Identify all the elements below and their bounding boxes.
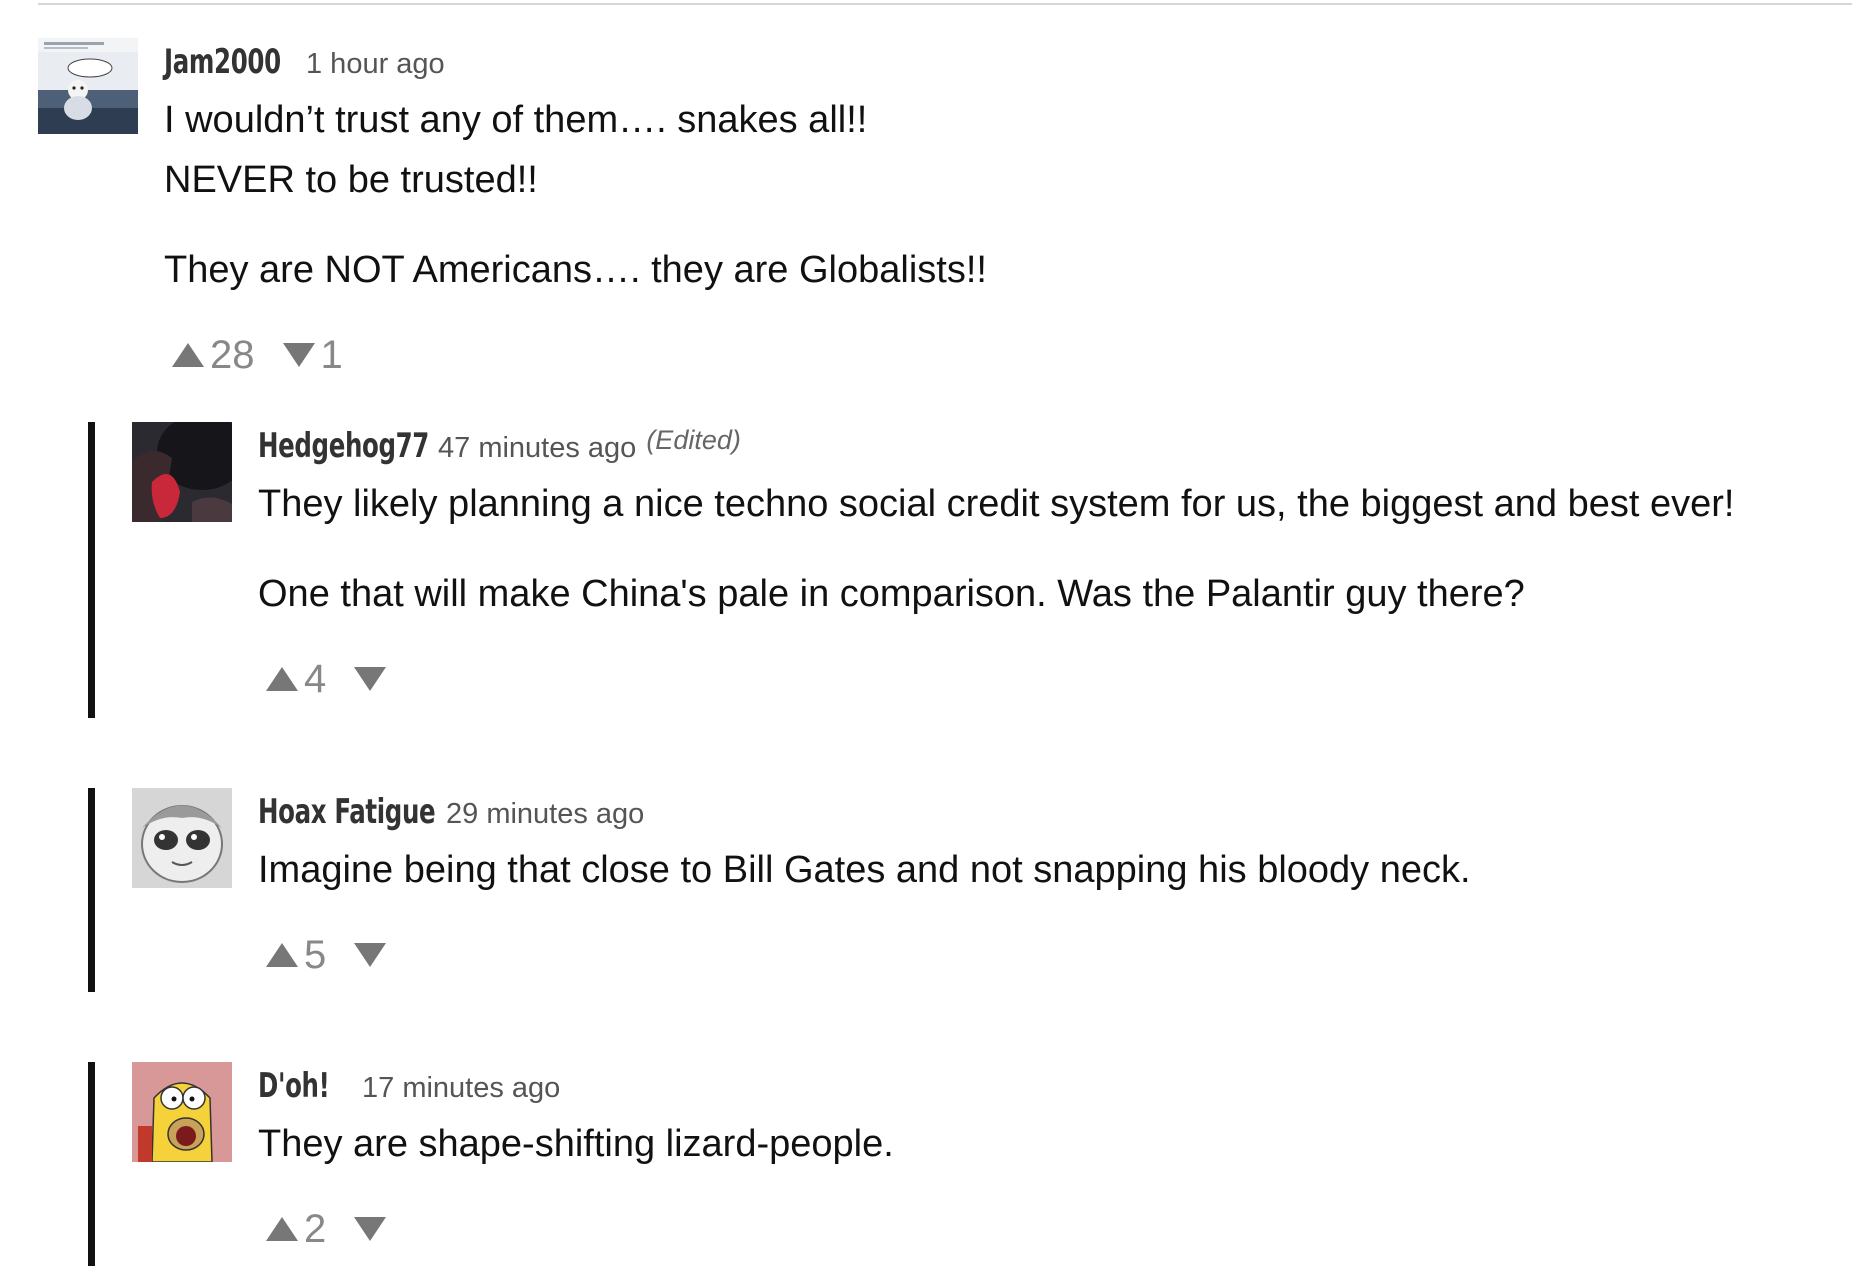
downvote-button[interactable] xyxy=(354,943,392,967)
comment-line: They are NOT Americans…. they are Global… xyxy=(164,249,987,291)
vote-controls: 4 xyxy=(266,654,1852,704)
avatar-hedgehog77[interactable] xyxy=(132,422,232,522)
comment: Jam2000 1 hour ago I wouldn’t trust any … xyxy=(38,38,1818,380)
reply-comment: D'oh! 17 minutes ago They are shape-shif… xyxy=(88,1062,1852,1266)
comment-text: I wouldn’t trust any of them…. snakes al… xyxy=(164,90,1818,300)
comment-text: They are shape-shifting lizard-people. xyxy=(258,1114,1852,1174)
triangle-down-icon xyxy=(354,1217,387,1241)
section-divider xyxy=(38,3,1852,5)
comment-text: They likely planning a nice techno socia… xyxy=(258,474,1852,624)
avatar-jam2000[interactable] xyxy=(38,38,138,134)
comment-author[interactable]: Jam2000 xyxy=(164,42,281,82)
comment-line: They likely planning a nice techno socia… xyxy=(258,483,1735,525)
upvote-button[interactable]: 5 xyxy=(266,933,326,978)
avatar-hoax-fatigue[interactable] xyxy=(132,788,232,888)
downvote-count: 1 xyxy=(320,332,343,377)
thread-indent-bar xyxy=(88,788,95,992)
downvote-button[interactable] xyxy=(354,667,392,691)
comments-section: Jam2000 1 hour ago I wouldn’t trust any … xyxy=(0,0,1852,1275)
upvote-count: 2 xyxy=(304,1206,327,1251)
downvote-button[interactable]: 1 xyxy=(282,332,343,378)
thread-indent-bar xyxy=(88,1062,95,1266)
comment-text: Imagine being that close to Bill Gates a… xyxy=(258,840,1852,900)
upvote-button[interactable]: 28 xyxy=(172,333,255,378)
triangle-up-icon xyxy=(266,1217,298,1241)
comment-timestamp[interactable]: 29 minutes ago xyxy=(446,798,644,831)
edited-label: (Edited) xyxy=(646,425,741,455)
triangle-down-icon xyxy=(282,343,315,367)
triangle-down-icon xyxy=(354,667,387,691)
comment-line: One that will make China's pale in compa… xyxy=(258,573,1525,615)
avatar-doh[interactable] xyxy=(132,1062,232,1162)
comment-line: They are shape-shifting lizard-people. xyxy=(258,1123,894,1165)
comment-line: Imagine being that close to Bill Gates a… xyxy=(258,849,1471,891)
comment-author[interactable]: Hoax Fatigue xyxy=(258,792,436,832)
upvote-count: 4 xyxy=(304,656,327,701)
downvote-button[interactable] xyxy=(354,1217,392,1241)
vote-controls: 2 xyxy=(266,1204,1852,1254)
upvote-button[interactable]: 4 xyxy=(266,657,326,702)
reply-comment: Hoax Fatigue 29 minutes ago Imagine bein… xyxy=(88,788,1852,992)
comment-timestamp[interactable]: 17 minutes ago xyxy=(362,1072,560,1105)
comment-line: I wouldn’t trust any of them…. snakes al… xyxy=(164,99,868,141)
comment-author[interactable]: Hedgehog77 xyxy=(258,426,429,466)
reply-comment: Hedgehog77 47 minutes ago (Edited) They … xyxy=(88,422,1852,718)
comment-author[interactable]: D'oh! xyxy=(258,1066,330,1106)
triangle-up-icon xyxy=(266,943,298,967)
triangle-down-icon xyxy=(354,943,387,967)
comment-line: NEVER to be trusted!! xyxy=(164,159,538,201)
triangle-up-icon xyxy=(172,343,204,367)
upvote-button[interactable]: 2 xyxy=(266,1207,326,1252)
triangle-up-icon xyxy=(266,667,298,691)
upvote-count: 28 xyxy=(210,332,255,377)
comment-timestamp[interactable]: 1 hour ago xyxy=(306,48,445,81)
thread-indent-bar xyxy=(88,422,95,718)
vote-controls: 28 1 xyxy=(172,330,1818,380)
comment-timestamp[interactable]: 47 minutes ago xyxy=(438,432,636,465)
upvote-count: 5 xyxy=(304,932,327,977)
vote-controls: 5 xyxy=(266,930,1852,980)
